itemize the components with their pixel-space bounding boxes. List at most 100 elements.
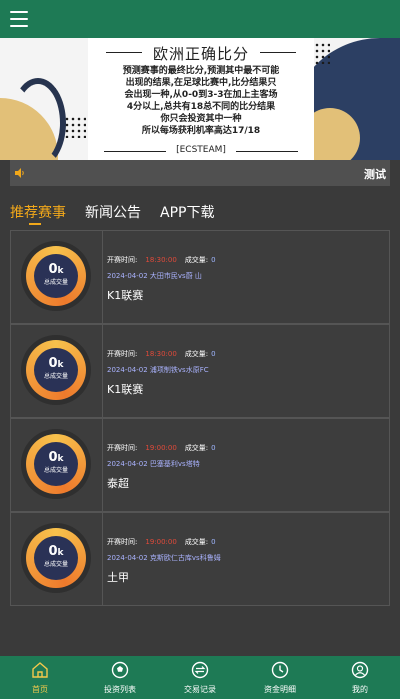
volume-ring-box: 0k 总成交量 xyxy=(11,231,103,323)
total-volume-value: 0 xyxy=(48,544,58,559)
nav-label: 我的 xyxy=(352,685,368,694)
banner-line: 4分以上,总共有18总不同的比分结果 xyxy=(126,102,276,112)
banner-line: 出现的结果,在足球比赛中,比分结果只 xyxy=(125,78,277,88)
match-date-teams: 2024-04-02 大田市民vs蔚 山 xyxy=(107,272,202,280)
divider xyxy=(260,52,296,53)
nav-label: 交易记录 xyxy=(184,685,216,694)
active-tab-indicator xyxy=(29,223,41,225)
banner-line: 所以每场获利机率高达17/18 xyxy=(141,126,261,136)
open-time-label: 开赛时间: xyxy=(107,444,138,452)
banner-line: 你只会投资其中一种 xyxy=(160,114,242,124)
total-volume-value: 0 xyxy=(48,262,58,277)
open-time-label: 开赛时间: xyxy=(107,538,138,546)
deal-value: 0 xyxy=(211,538,216,546)
open-time-label: 开赛时间: xyxy=(107,350,138,358)
total-volume-unit: k xyxy=(57,454,64,464)
volume-ring-box: 0k 总成交量 xyxy=(11,325,103,417)
deal-label: 成交量: xyxy=(184,350,209,358)
home-icon xyxy=(32,662,48,678)
deal-value: 0 xyxy=(211,444,216,452)
ring-center: 0k 总成交量 xyxy=(34,536,78,580)
ring-center: 0k 总成交量 xyxy=(34,348,78,392)
total-volume-label: 总成交量 xyxy=(43,467,68,474)
ring-progress: 0k 总成交量 xyxy=(26,528,86,588)
total-volume: 0k xyxy=(34,545,78,560)
divider xyxy=(236,151,298,152)
banner-line: 预测赛事的最终比分,预测其中最不可能 xyxy=(122,66,280,76)
deal-value: 0 xyxy=(211,350,216,358)
top-bar xyxy=(0,0,400,38)
open-time: 19:00:00 xyxy=(145,444,177,452)
league-name: 泰超 xyxy=(107,477,129,490)
nav-fund-details[interactable]: 资金明细 xyxy=(240,656,320,699)
ring-center: 0k 总成交量 xyxy=(34,254,78,298)
match-meta: 开赛时间: 18:30:00 成交量: 0 xyxy=(107,255,216,265)
total-volume: 0k xyxy=(34,263,78,278)
tab-recommended-matches[interactable]: 推荐赛事 xyxy=(10,202,66,222)
nav-label: 资金明细 xyxy=(264,685,296,694)
match-meta: 开赛时间: 18:30:00 成交量: 0 xyxy=(107,349,216,359)
bottom-nav: 首页 投资列表 交易记录 资金明细 我的 xyxy=(0,656,400,699)
hamburger-menu-icon[interactable] xyxy=(10,11,28,27)
promo-banner[interactable]: 欧洲正确比分 预测赛事的最终比分,预测其中最不可能 出现的结果,在足球比赛中,比… xyxy=(0,38,400,160)
open-time: 18:30:00 xyxy=(145,350,177,358)
speaker-icon xyxy=(15,168,24,178)
match-card[interactable]: 0k 总成交量 开赛时间: 18:30:00 成交量: 0 2024-04-02 大田… xyxy=(10,230,390,324)
tab-bar: 推荐赛事 新闻公告 APP下载 xyxy=(10,202,390,226)
match-card[interactable]: 0k 总成交量 开赛时间: 19:00:00 成交量: 0 2024-04-02 巴塞… xyxy=(10,418,390,512)
exchange-icon xyxy=(191,661,209,679)
match-list: 0k 总成交量 开赛时间: 18:30:00 成交量: 0 2024-04-02 大田… xyxy=(10,230,390,606)
nav-profile[interactable]: 我的 xyxy=(320,656,400,699)
clock-icon xyxy=(271,661,289,679)
ring-center: 0k 总成交量 xyxy=(34,442,78,486)
nav-label: 首页 xyxy=(32,685,48,694)
total-volume: 0k xyxy=(34,451,78,466)
deal-label: 成交量: xyxy=(184,444,209,452)
tab-app-download[interactable]: APP下载 xyxy=(160,202,214,222)
match-date-teams: 2024-04-02 巴塞基利vs塔特 xyxy=(107,460,200,468)
total-volume-label: 总成交量 xyxy=(43,279,68,286)
total-volume-label: 总成交量 xyxy=(43,561,68,568)
league-name: 土甲 xyxy=(107,571,129,584)
match-info: 开赛时间: 19:00:00 成交量: 0 2024-04-02 巴塞基利vs塔特 泰… xyxy=(107,419,387,511)
league-name: K1联赛 xyxy=(107,289,144,302)
match-date-teams: 2024-04-02 克斯欧仁古库vs科鲁姆 xyxy=(107,554,221,562)
match-info: 开赛时间: 18:30:00 成交量: 0 2024-04-02 大田市民vs蔚 山 … xyxy=(107,231,387,323)
banner-footer: [ECSTEAM] xyxy=(176,145,226,155)
open-time: 19:00:00 xyxy=(145,538,177,546)
banner-text: 预测赛事的最终比分,预测其中最不可能 出现的结果,在足球比赛中,比分结果只 会出… xyxy=(110,65,292,137)
deal-label: 成交量: xyxy=(184,256,209,264)
total-volume-unit: k xyxy=(57,548,64,558)
deal-label: 成交量: xyxy=(184,538,209,546)
football-icon xyxy=(111,661,129,679)
total-volume-unit: k xyxy=(57,360,64,370)
match-card[interactable]: 0k 总成交量 开赛时间: 19:00:00 成交量: 0 2024-04-02 克斯… xyxy=(10,512,390,606)
banner-decoration xyxy=(10,78,66,160)
user-icon xyxy=(351,661,369,679)
nav-label: 投资列表 xyxy=(104,685,136,694)
volume-ring: 0k 总成交量 xyxy=(21,335,91,405)
nav-transactions[interactable]: 交易记录 xyxy=(160,656,240,699)
banner-card: 欧洲正确比分 预测赛事的最终比分,预测其中最不可能 出现的结果,在足球比赛中,比… xyxy=(88,38,314,160)
volume-ring: 0k 总成交量 xyxy=(21,241,91,311)
banner-line: 会出现一种,从0-0到3-3在加上主客场 xyxy=(124,90,278,100)
volume-ring: 0k 总成交量 xyxy=(21,523,91,593)
match-meta: 开赛时间: 19:00:00 成交量: 0 xyxy=(107,537,216,547)
volume-ring: 0k 总成交量 xyxy=(21,429,91,499)
open-time-label: 开赛时间: xyxy=(107,256,138,264)
banner-title: 欧洲正确比分 xyxy=(152,45,249,63)
league-name: K1联赛 xyxy=(107,383,144,396)
ring-progress: 0k 总成交量 xyxy=(26,434,86,494)
match-info: 开赛时间: 18:30:00 成交量: 0 2024-04-02 浦项制铁vs水原FC… xyxy=(107,325,387,417)
match-date-teams: 2024-04-02 浦项制铁vs水原FC xyxy=(107,366,209,374)
volume-ring-box: 0k 总成交量 xyxy=(11,513,103,605)
total-volume-value: 0 xyxy=(48,356,58,371)
nav-investment-list[interactable]: 投资列表 xyxy=(80,656,160,699)
notice-bar[interactable]: 测试 xyxy=(10,160,390,186)
match-meta: 开赛时间: 19:00:00 成交量: 0 xyxy=(107,443,216,453)
deal-value: 0 xyxy=(211,256,216,264)
match-card[interactable]: 0k 总成交量 开赛时间: 18:30:00 成交量: 0 2024-04-02 浦项… xyxy=(10,324,390,418)
nav-home[interactable]: 首页 xyxy=(0,656,80,699)
volume-ring-box: 0k 总成交量 xyxy=(11,419,103,511)
tab-news[interactable]: 新闻公告 xyxy=(85,202,141,222)
